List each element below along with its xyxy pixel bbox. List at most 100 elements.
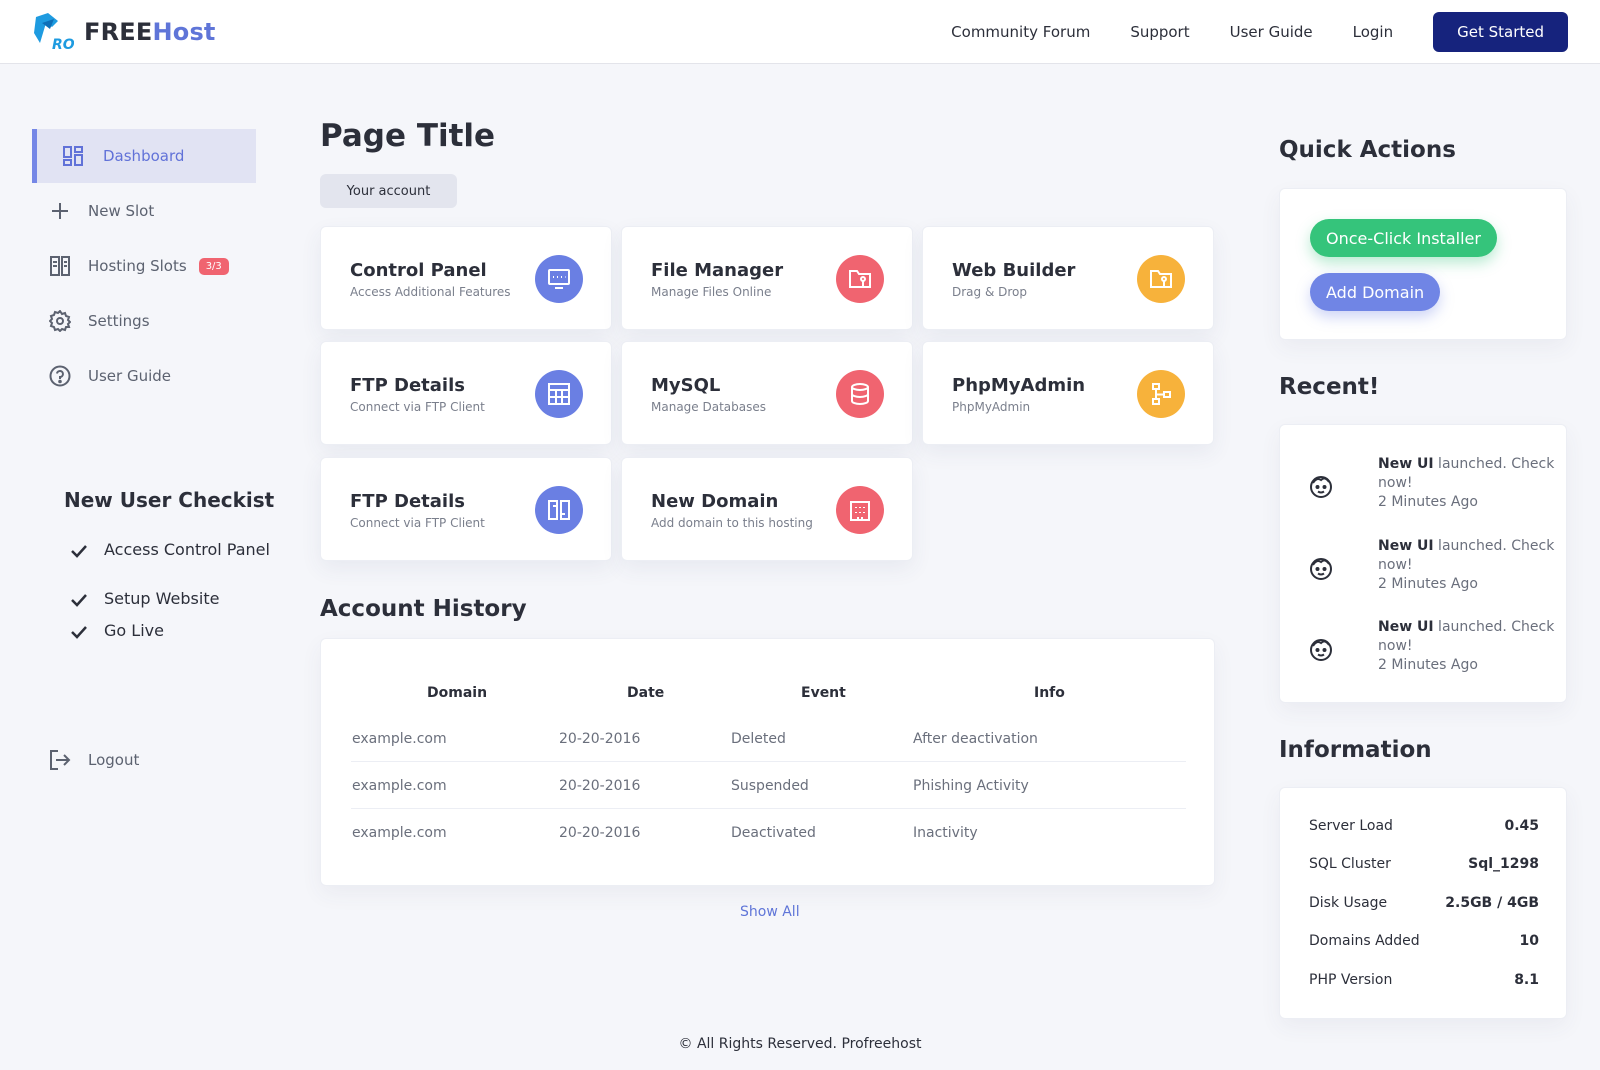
table-cell-domain: example.com — [352, 825, 447, 841]
new-domain-card[interactable]: New Domain Add domain to this hosting — [621, 457, 913, 561]
card-subtitle: Drag & Drop — [952, 285, 1027, 299]
ftp-details-card[interactable]: FTP Details Connect via FTP Client — [320, 341, 612, 445]
card-subtitle: PhpMyAdmin — [952, 400, 1031, 414]
web-builder-card[interactable]: Web Builder Drag & Drop — [922, 226, 1214, 330]
info-label: SQL Cluster — [1309, 856, 1391, 872]
information-title: Information — [1279, 737, 1432, 763]
info-label: Server Load — [1309, 818, 1393, 834]
recent-bold: New UI — [1378, 538, 1434, 554]
recent-time: 2 Minutes Ago — [1378, 494, 1478, 510]
hosting-slots-badge: 3/3 — [198, 257, 229, 275]
sidebar-item-logout[interactable]: Logout — [32, 733, 256, 787]
sidebar-item-label: Hosting Slots — [88, 257, 187, 275]
list-item[interactable]: New UI launched. Check now! 2 Minutes Ago — [1308, 537, 1554, 599]
top-bar: RO FREEHost Community Forum Support User… — [0, 0, 1600, 64]
get-started-button[interactable]: Get Started — [1433, 12, 1568, 52]
table-cell-event: Deleted — [731, 731, 786, 747]
info-value: 2.5GB / 4GB — [1445, 895, 1539, 911]
table-cell-event: Deactivated — [731, 825, 816, 841]
list-item[interactable]: New UI launched. Check now! 2 Minutes Ago — [1308, 455, 1554, 517]
info-row-domains-added: Domains Added 10 — [1309, 933, 1539, 949]
info-row-php-version: PHP Version 8.1 — [1309, 972, 1539, 988]
card-title: File Manager — [651, 260, 784, 281]
table-cell-event: Suspended — [731, 778, 809, 794]
nav-login[interactable]: Login — [1353, 23, 1393, 41]
logo-icon: RO — [32, 13, 75, 53]
quick-actions-panel: Once-Click Installer Add Domain — [1279, 188, 1567, 340]
nav-community-forum[interactable]: Community Forum — [951, 23, 1090, 41]
info-row-sql-cluster: SQL Cluster Sql_1298 — [1309, 856, 1539, 872]
info-value: 0.45 — [1504, 818, 1539, 834]
card-title: Control Panel — [350, 260, 487, 281]
ftp-details-card-2[interactable]: FTP Details Connect via FTP Client — [320, 457, 612, 561]
top-nav: Community Forum Support User Guide Login… — [911, 12, 1568, 52]
columns-icon — [48, 254, 72, 278]
face-icon — [1308, 636, 1334, 662]
check-icon — [70, 539, 104, 567]
building-icon — [836, 486, 884, 534]
column-header-info: Info — [1034, 685, 1065, 701]
recent-text: New UI launched. Check now! 2 Minutes Ago — [1378, 618, 1558, 675]
info-label: Domains Added — [1309, 933, 1420, 949]
recent-bold: New UI — [1378, 456, 1434, 472]
table-cell-domain: example.com — [352, 778, 447, 794]
card-subtitle: Add domain to this hosting — [651, 516, 813, 530]
checklist-item: Access Control Panel — [70, 539, 270, 567]
sidebar-item-new-slot[interactable]: New Slot — [32, 184, 256, 238]
database-icon — [836, 370, 884, 418]
brand-name-free: FREE — [84, 18, 153, 46]
information-panel: Server Load 0.45 SQL Cluster Sql_1298 Disk… — [1279, 787, 1567, 1019]
sidebar-item-hosting-slots[interactable]: Hosting Slots 3/3 — [32, 239, 256, 293]
table-cell-info: Phishing Activity — [913, 778, 1029, 794]
dashboard-icon — [61, 144, 85, 168]
table-cell-info: After deactivation — [913, 731, 1038, 747]
sidebar-item-label: Dashboard — [103, 147, 185, 165]
recent-text: New UI launched. Check now! 2 Minutes Ago — [1378, 455, 1558, 512]
nav-user-guide[interactable]: User Guide — [1230, 23, 1313, 41]
your-account-tab[interactable]: Your account — [320, 174, 457, 208]
info-value: 10 — [1519, 933, 1539, 949]
card-title: FTP Details — [350, 375, 465, 396]
add-domain-button[interactable]: Add Domain — [1310, 273, 1441, 311]
card-title: FTP Details — [350, 491, 465, 512]
account-history-title: Account History — [320, 596, 527, 622]
gear-icon — [48, 309, 72, 333]
card-title: Web Builder — [952, 260, 1076, 281]
help-icon — [48, 364, 72, 388]
account-history-table: Domain Date Event Info example.com 20-20… — [320, 638, 1215, 886]
sidebar-item-settings[interactable]: Settings — [32, 294, 256, 348]
recent-text: New UI launched. Check now! 2 Minutes Ago — [1378, 537, 1558, 594]
column-header-event: Event — [801, 685, 846, 701]
table-cell-date: 20-20-2016 — [559, 731, 641, 747]
info-row-disk-usage: Disk Usage 2.5GB / 4GB — [1309, 895, 1539, 911]
sidebar-item-label: User Guide — [88, 367, 172, 385]
info-label: Disk Usage — [1309, 895, 1388, 911]
control-panel-card[interactable]: Control Panel Access Additional Features — [320, 226, 612, 330]
table-cell-info: Inactivity — [913, 825, 978, 841]
brand-name-host: Host — [152, 18, 216, 46]
svg-text:RO: RO — [52, 37, 74, 51]
checklist-item-label: Setup Website — [104, 589, 220, 608]
recent-time: 2 Minutes Ago — [1378, 576, 1478, 592]
table-cell-domain: example.com — [352, 731, 447, 747]
mysql-card[interactable]: MySQL Manage Databases — [621, 341, 913, 445]
row-divider — [351, 808, 1186, 809]
sidebar-item-label: New Slot — [88, 202, 155, 220]
info-label: PHP Version — [1309, 972, 1393, 988]
file-manager-card[interactable]: File Manager Manage Files Online — [621, 226, 913, 330]
table-cell-date: 20-20-2016 — [559, 825, 641, 841]
sidebar-item-user-guide[interactable]: User Guide — [32, 349, 256, 403]
phpmyadmin-card[interactable]: PhpMyAdmin PhpMyAdmin — [922, 341, 1214, 445]
nav-support[interactable]: Support — [1130, 23, 1189, 41]
sidebar-item-dashboard[interactable]: Dashboard — [32, 129, 256, 183]
folder-icon — [1137, 255, 1185, 303]
recent-panel: New UI launched. Check now! 2 Minutes Ago… — [1279, 424, 1567, 703]
logout-icon — [48, 748, 72, 772]
brand-logo[interactable]: RO FREEHost — [32, 12, 216, 53]
brand-name: FREEHost — [84, 18, 216, 46]
show-all-link[interactable]: Show All — [740, 904, 800, 920]
card-title: MySQL — [651, 375, 721, 396]
one-click-installer-button[interactable]: Once-Click Installer — [1310, 219, 1497, 257]
list-item[interactable]: New UI launched. Check now! 2 Minutes Ago — [1308, 618, 1554, 680]
footer-copyright: © All Rights Reserved. Profreehost — [678, 1036, 922, 1052]
